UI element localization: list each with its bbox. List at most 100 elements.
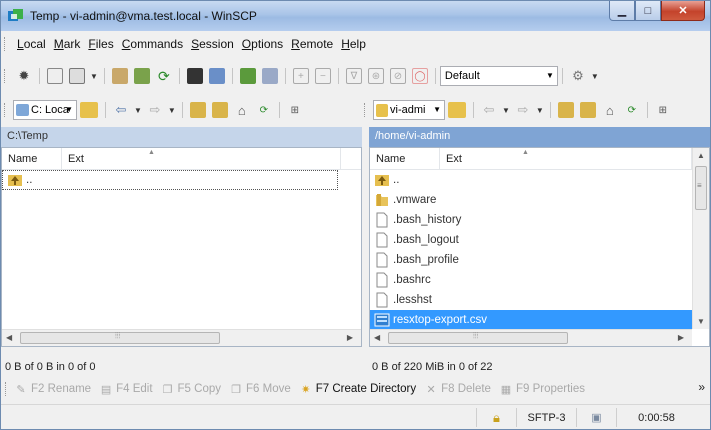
column-ext[interactable]: Ext: [62, 148, 341, 169]
open-folder-icon[interactable]: [448, 102, 466, 118]
select-minus-icon[interactable]: −: [314, 68, 331, 84]
local-column-header: Name Ext ▲: [2, 148, 361, 170]
local-horizontal-scrollbar[interactable]: ◀ ⦙⦙⦙ ▶: [2, 329, 361, 346]
maximize-button[interactable]: □: [635, 1, 661, 21]
menu-session[interactable]: Session: [187, 37, 238, 51]
file-row[interactable]: ..: [370, 170, 709, 190]
compare-directories-icon[interactable]: [111, 68, 128, 84]
local-selection-status: 0 B of 0 B in 0 of 0: [5, 361, 96, 373]
move-button[interactable]: ❐ F6 Move: [229, 382, 291, 396]
console-icon[interactable]: [47, 68, 63, 84]
local-drive-value: C: Loca: [31, 104, 69, 116]
refresh-icon[interactable]: ⟳: [256, 102, 272, 118]
column-ext[interactable]: Ext: [440, 148, 692, 169]
preferences-icon[interactable]: ✹: [16, 68, 32, 84]
file-row[interactable]: ..: [2, 170, 338, 190]
chevron-down-icon[interactable]: ▼: [536, 106, 544, 115]
forward-arrow-icon[interactable]: ⇨: [515, 102, 531, 118]
scroll-right-icon[interactable]: ▶: [678, 333, 684, 342]
copy-label: F5 Copy: [177, 383, 221, 395]
remote-file-panel[interactable]: Name Ext ▲ .. .vmware .bash_history .bas…: [369, 147, 710, 347]
menu-remote[interactable]: Remote: [287, 37, 337, 51]
file-row[interactable]: .lesshst: [370, 290, 709, 310]
connection-status[interactable]: ▣: [576, 408, 616, 427]
chevron-down-icon[interactable]: ▼: [502, 106, 510, 115]
file-row[interactable]: .vmware: [370, 190, 709, 210]
terminal-icon[interactable]: [69, 68, 85, 84]
tree-view-icon[interactable]: ⊞: [287, 102, 303, 118]
more-commands-button[interactable]: »: [698, 380, 705, 394]
encryption-status[interactable]: 🔒︎: [476, 408, 516, 427]
minimize-button[interactable]: ▁: [609, 1, 635, 21]
back-arrow-icon[interactable]: ⇦: [113, 102, 129, 118]
copy-button[interactable]: ❐ F5 Copy: [161, 382, 221, 396]
column-name[interactable]: Name: [370, 148, 440, 169]
file-row[interactable]: .bash_profile: [370, 250, 709, 270]
select-plus-icon[interactable]: +: [292, 68, 309, 84]
file-row[interactable]: .bash_logout: [370, 230, 709, 250]
menu-help[interactable]: Help: [337, 37, 370, 51]
find-icon[interactable]: [261, 68, 278, 84]
chevron-down-icon[interactable]: ▼: [134, 106, 142, 115]
forward-arrow-icon[interactable]: ⇨: [147, 102, 163, 118]
filter-icon[interactable]: ∇: [345, 68, 362, 84]
menu-commands[interactable]: Commands: [118, 37, 187, 51]
menu-files[interactable]: Files: [84, 37, 117, 51]
scroll-left-icon[interactable]: ◀: [6, 333, 12, 342]
scroll-thumb[interactable]: ≡: [695, 166, 707, 210]
separator: [39, 68, 40, 84]
queue-icon[interactable]: [239, 68, 256, 84]
transfer-options-icon[interactable]: ⚙: [570, 68, 586, 84]
scroll-up-icon[interactable]: ▲: [697, 151, 705, 160]
synchronize-icon[interactable]: ⟳: [156, 68, 172, 84]
scroll-left-icon[interactable]: ◀: [374, 333, 380, 342]
clear-selection-icon[interactable]: ⊘: [389, 68, 406, 84]
remote-horizontal-scrollbar[interactable]: ◀ ⦙⦙⦙ ▶: [370, 329, 692, 346]
scroll-thumb[interactable]: ⦙⦙⦙: [388, 331, 568, 344]
file-row[interactable]: .bash_history: [370, 210, 709, 230]
synchronize-browsing-icon[interactable]: [133, 68, 150, 84]
file-row[interactable]: .bashrc: [370, 270, 709, 290]
move-label: F6 Move: [246, 383, 291, 395]
tree-view-icon[interactable]: ⊞: [655, 102, 671, 118]
home-directory-icon[interactable]: ⌂: [234, 102, 250, 118]
parent-directory-icon[interactable]: [189, 102, 206, 118]
putty-icon[interactable]: [208, 68, 225, 84]
close-button[interactable]: ✕: [661, 1, 705, 21]
chevron-down-icon[interactable]: ▼: [591, 72, 599, 81]
parent-directory-icon[interactable]: [557, 102, 574, 118]
menu-mark[interactable]: Mark: [50, 37, 85, 51]
root-directory-icon[interactable]: [579, 102, 596, 118]
edit-button[interactable]: ▤ F4 Edit: [99, 382, 153, 396]
remote-folder-dropdown[interactable]: vi-admi ▼: [373, 100, 445, 120]
transfer-settings-dropdown[interactable]: Default ▼: [439, 66, 558, 86]
delete-button[interactable]: ✕ F8 Delete: [424, 382, 490, 396]
properties-button[interactable]: ▦ F9 Properties: [499, 382, 585, 396]
column-name[interactable]: Name: [2, 148, 62, 169]
back-arrow-icon[interactable]: ⇦: [481, 102, 497, 118]
rename-button[interactable]: ✎ F2 Rename: [14, 382, 91, 396]
scroll-right-icon[interactable]: ▶: [347, 333, 353, 342]
chevron-down-icon[interactable]: ▼: [90, 72, 98, 81]
local-file-panel[interactable]: Name Ext ▲ .. ◀ ⦙⦙⦙ ▶: [1, 147, 362, 347]
open-terminal-icon[interactable]: [186, 68, 203, 84]
remote-path-bar[interactable]: /home/vi-admin: [369, 127, 710, 147]
scroll-thumb[interactable]: ⦙⦙⦙: [20, 331, 220, 344]
remote-vertical-scrollbar[interactable]: ▲ ≡ ▼: [692, 148, 709, 329]
chevron-down-icon[interactable]: ▼: [168, 106, 176, 115]
local-drive-dropdown[interactable]: C: Loca ▼: [13, 100, 77, 120]
refresh-select-icon[interactable]: ⊛: [367, 68, 384, 84]
menu-local[interactable]: Local: [13, 37, 50, 51]
menu-options[interactable]: Options: [238, 37, 287, 51]
open-folder-icon[interactable]: [80, 102, 98, 118]
root-directory-icon[interactable]: [211, 102, 228, 118]
file-row-selected[interactable]: resxtop-export.csv: [370, 310, 692, 330]
local-path-bar[interactable]: C:\Temp: [1, 127, 362, 147]
cancel-icon[interactable]: ◯: [411, 68, 428, 84]
home-directory-icon[interactable]: ⌂: [602, 102, 618, 118]
file-name: .lesshst: [393, 294, 432, 306]
scroll-down-icon[interactable]: ▼: [697, 317, 705, 326]
elapsed-time: 0:00:58: [616, 408, 696, 427]
create-directory-button[interactable]: ✷ F7 Create Directory: [299, 382, 416, 396]
refresh-icon[interactable]: ⟳: [624, 102, 640, 118]
